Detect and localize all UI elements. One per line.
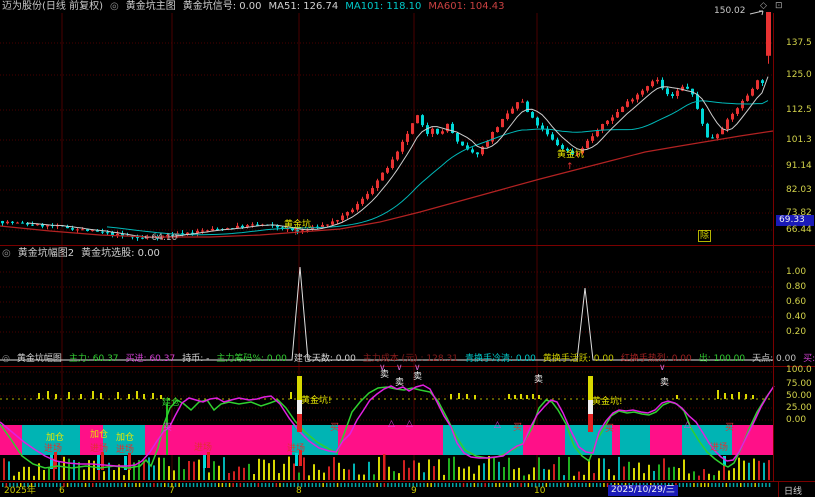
y-axis-label: 0.60	[786, 297, 807, 307]
indicator-name: 黄金坑幅图	[16, 354, 62, 364]
bottom-panel-title[interactable]: ◎ 黄金坑幅图 主力: 60.37 买进: 60.37 持币: - 主力筹码%: 0.00…	[2, 353, 815, 365]
y-axis-label: 100.0	[786, 365, 812, 375]
indicator-name: 黄金坑幅图2	[17, 248, 75, 259]
y-axis-label: 0.20	[786, 327, 807, 337]
y-axis-label: 101.3	[786, 135, 812, 145]
month-label: 8	[296, 486, 302, 496]
title-field: 红换手热烈: 0.00	[620, 354, 692, 364]
y-axis-label: 91.14	[786, 161, 812, 171]
y-axis-label: 1.00	[786, 267, 807, 277]
high-price-annotation: 150.02	[714, 6, 746, 16]
diamond-icon[interactable]: ◇	[760, 1, 767, 11]
title-field: MA101: 118.10	[345, 1, 422, 12]
y-axis-label: 0.80	[786, 282, 807, 292]
indicator-overlay-label: 进场	[116, 445, 135, 455]
title-field: 黄金坑信号: 0.00	[182, 1, 262, 12]
indicator-overlay-label: 黄金坑!	[592, 397, 623, 407]
date-crosshair-tag: 2025/10/29/三	[608, 485, 678, 496]
y-axis-label: 75.00	[786, 379, 812, 389]
indicator-overlay-label: ∨	[659, 363, 666, 373]
indicator-overlay-label: 卖	[534, 375, 544, 385]
indicator-icon: ◎	[2, 248, 11, 259]
indicator-overlay-label: 进场	[194, 443, 213, 453]
indicator-overlay-label: 买	[330, 423, 340, 433]
month-label: 10	[534, 486, 546, 496]
indicator-overlay-label: 建仓	[162, 398, 181, 408]
title-field: MA601: 104.43	[428, 1, 505, 12]
indicator-overlay-label: 进场	[710, 443, 729, 453]
indicator-overlay-label: 进场	[90, 444, 109, 454]
indicator-overlay-label: 加仓	[46, 433, 65, 443]
year-label: 2025年	[4, 486, 36, 496]
indicator-overlay-label: ∨	[414, 363, 421, 373]
stock-title: 迈为股份(日线 前复权)	[2, 1, 103, 12]
y-axis-label: 66.44	[786, 225, 812, 235]
indicator-overlay-label: ∨	[396, 363, 403, 373]
indicator-icon: ◎	[109, 1, 119, 12]
title-field: 天点: 0.00	[752, 354, 797, 364]
panel-box-icon[interactable]: ⊡	[775, 1, 783, 11]
indicator-overlay-label: 买	[605, 424, 615, 434]
title-field: 黄换手活跃: 0.00	[542, 354, 614, 364]
title-field: 建仓天数: 0.00	[293, 354, 356, 364]
title-field: 买进: 60.37	[125, 354, 176, 364]
indicator-overlay-label: 卖	[660, 378, 670, 388]
indicator-overlay-label: 卖	[413, 372, 423, 382]
indicator-overlay-label: 买	[513, 423, 523, 433]
y-axis-label: 125.0	[786, 70, 812, 80]
main-panel-title[interactable]: 迈为股份(日线 前复权) ◎ 黄金坑主图 黄金坑信号: 0.00 MA51: 126.7…	[2, 1, 511, 13]
y-axis-label: 0.40	[786, 312, 807, 322]
title-field: 主力成本 (元) : 128.31	[362, 354, 458, 364]
y-axis-label: 137.5	[786, 38, 812, 48]
y-axis-label: 73.82	[786, 208, 812, 218]
month-label: 6	[59, 486, 65, 496]
title-field: 买: 0.00	[803, 354, 815, 364]
y-axis-label: 82.03	[786, 185, 812, 195]
indicator-overlay-label: △	[406, 419, 413, 429]
title-field: 青换手冷清: 0.00	[464, 354, 536, 364]
indicator-overlay-label: △	[494, 420, 501, 430]
title-field: 黄金坑选股: 0.00	[81, 248, 160, 259]
y-axis-label: 25.00	[786, 403, 812, 413]
title-field: 主力筹码%: 0.00	[216, 354, 287, 364]
up-arrow-icon: ↑	[292, 228, 300, 238]
period-button[interactable]: 日线	[784, 487, 802, 497]
indicator-overlay-label: △	[388, 419, 395, 429]
y-axis-label: 50.00	[786, 391, 812, 401]
indicator-overlay-label: 进场	[287, 444, 306, 454]
indicator-icon: ◎	[2, 354, 10, 364]
y-axis-label: 0.00	[786, 415, 807, 425]
middle-panel-title[interactable]: ◎ 黄金坑幅图2 黄金坑选股: 0.00	[2, 248, 167, 260]
month-label: 9	[411, 486, 417, 496]
indicator-overlay-label: ∨	[379, 363, 386, 373]
exright-marker[interactable]: 除	[698, 230, 712, 242]
indicator-overlay-label: △	[684, 420, 691, 430]
month-label: 7	[169, 486, 175, 496]
title-field: 持币: -	[182, 354, 210, 364]
tdx-chart-window: 迈为股份(日线 前复权) ◎ 黄金坑主图 黄金坑信号: 0.00 MA51: 126.7…	[0, 0, 815, 497]
golden-pit-label-2: 黄金坑	[557, 150, 585, 160]
indicator-name: 黄金坑主图	[125, 1, 176, 12]
indicator-overlay-label: 黄金坑!	[301, 396, 332, 406]
indicator-overlay-label: 买	[163, 423, 173, 433]
y-axis-label: 112.5	[786, 105, 812, 115]
indicator-overlay-label: 加仓	[90, 430, 109, 440]
indicator-overlay-label: 进场	[44, 444, 63, 454]
indicator-overlay-label: 加仓	[116, 433, 135, 443]
title-field: 主力: 60.37	[68, 354, 119, 364]
indicator-overlay-label: 买	[725, 423, 735, 433]
title-field: MA51: 126.74	[268, 1, 339, 12]
up-arrow-icon: ↑	[566, 162, 574, 172]
low-price-annotation: ←64.10	[144, 233, 178, 243]
indicator-overlay-label: 卖	[395, 378, 405, 388]
title-field: 出: 100.00	[698, 354, 746, 364]
